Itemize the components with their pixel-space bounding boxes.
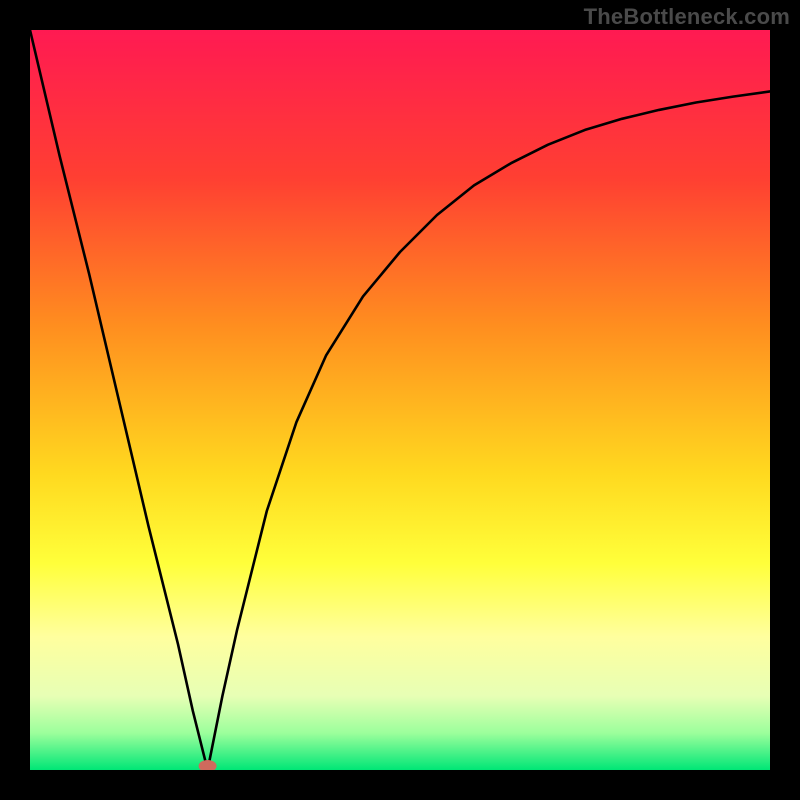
watermark-text: TheBottleneck.com (584, 4, 790, 30)
gradient-background (30, 30, 770, 770)
chart-svg (30, 30, 770, 770)
chart-frame: TheBottleneck.com (0, 0, 800, 800)
plot-container (30, 30, 770, 770)
